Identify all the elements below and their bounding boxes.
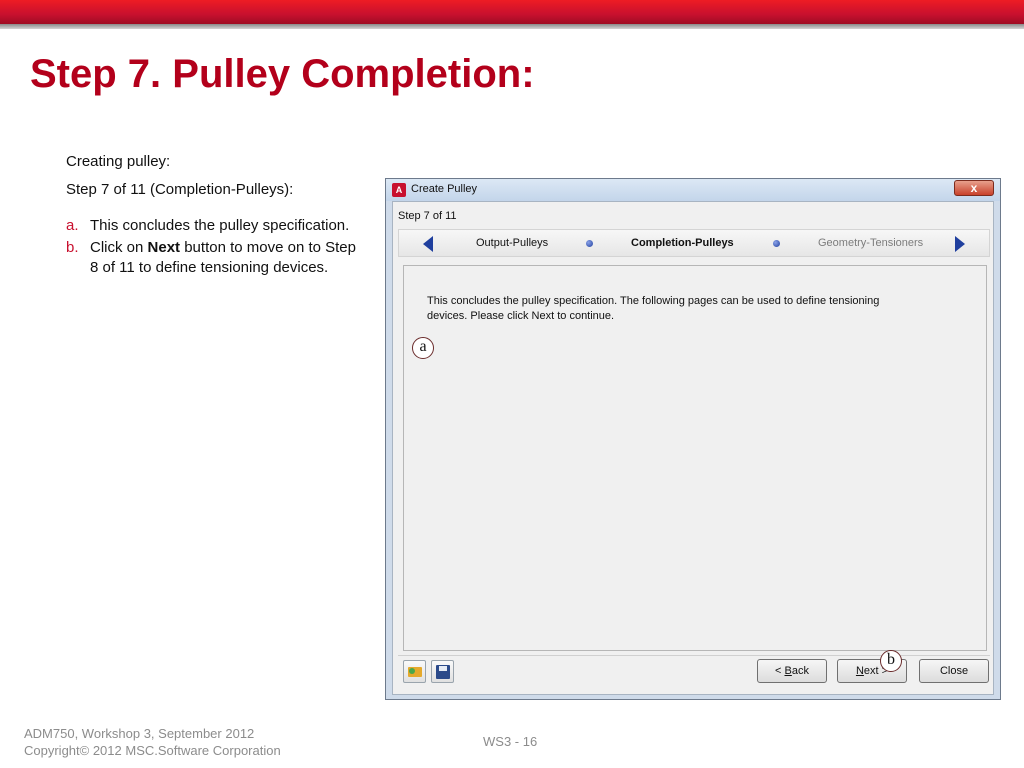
nav-current-page: Completion-Pulleys	[631, 237, 734, 249]
dialog-client: Step 7 of 11 Output-Pulleys Completion-P…	[392, 201, 994, 695]
item-marker: b.	[66, 239, 79, 256]
item-text-pre: Click on	[90, 239, 148, 256]
close-button[interactable]: Close	[919, 659, 989, 683]
right-arrow-icon[interactable]	[955, 236, 965, 252]
completion-message: This concludes the pulley specification.…	[427, 294, 879, 324]
page-number: WS3 - 16	[483, 734, 538, 749]
nav-next-page[interactable]: Geometry-Tensioners	[818, 237, 923, 249]
item-text-bold: Next	[147, 239, 181, 256]
left-arrow-icon[interactable]	[423, 236, 433, 252]
instructions: Creating pulley: Step 7 of 11 (Completio…	[66, 152, 366, 278]
item-marker: a.	[66, 217, 79, 234]
header-shadow	[0, 24, 1024, 29]
instruction-item-b: b. Click on Next button to move on to St…	[66, 238, 366, 278]
wizard-nav: Output-Pulleys Completion-Pulleys Geomet…	[398, 229, 990, 257]
header-red-stripe	[0, 0, 1024, 24]
app-icon: A	[392, 183, 406, 197]
callout-a: a	[412, 337, 434, 359]
instructions-heading: Creating pulley:	[66, 153, 171, 170]
create-pulley-dialog: A Create Pulley x Step 7 of 11 Output-Pu…	[385, 178, 1001, 700]
disk-label	[439, 666, 447, 671]
dialog-titlebar[interactable]: A Create Pulley x	[386, 179, 1000, 201]
folder-badge	[409, 668, 415, 674]
close-icon[interactable]: x	[954, 180, 994, 196]
open-folder-icon[interactable]	[403, 660, 426, 683]
message-line-2: devices. Please click Next to continue.	[427, 310, 615, 322]
footer-copyright: ADM750, Workshop 3, September 2012 Copyr…	[24, 725, 281, 759]
nav-dot	[773, 240, 780, 247]
message-line-1: This concludes the pulley specification.…	[427, 295, 880, 307]
footer-line-2: Copyright© 2012 MSC.Software Corporation	[24, 743, 281, 758]
disk-shape	[436, 665, 450, 679]
slide-title: Step 7. Pulley Completion:	[30, 52, 535, 96]
nav-prev-page[interactable]: Output-Pulleys	[476, 237, 548, 249]
dialog-title: Create Pulley	[411, 183, 478, 195]
callout-b: b	[880, 650, 902, 672]
footer-line-1: ADM750, Workshop 3, September 2012	[24, 726, 255, 741]
item-text: This concludes the pulley specification.	[90, 217, 350, 234]
nav-dot	[586, 240, 593, 247]
folder-shape	[408, 667, 422, 677]
back-button[interactable]: < Back	[757, 659, 827, 683]
step-label: Step 7 of 11	[398, 210, 457, 222]
instruction-item-a: a. This concludes the pulley specificati…	[66, 216, 366, 236]
header-band	[0, 0, 1024, 29]
save-disk-icon[interactable]	[431, 660, 454, 683]
instructions-step: Step 7 of 11 (Completion-Pulleys):	[66, 181, 294, 198]
